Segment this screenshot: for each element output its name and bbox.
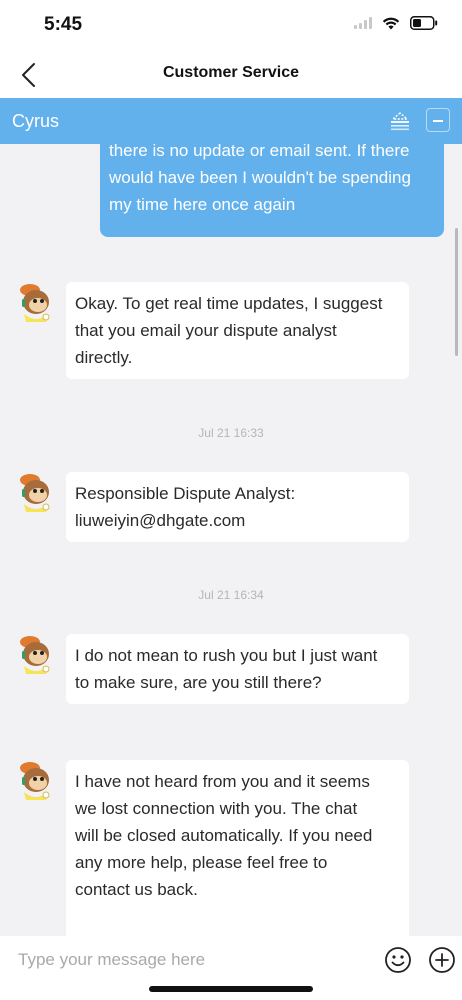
agent-avatar — [20, 474, 50, 512]
message-line: any more help, please feel free to — [75, 853, 328, 872]
home-indicator — [149, 986, 313, 992]
nav-bar: Customer Service — [0, 50, 462, 98]
agent-bar: Cyrus — [0, 98, 462, 144]
user-message-bubble: there is no update or email sent. If the… — [100, 144, 444, 237]
timestamp: Jul 21 16:34 — [198, 588, 264, 602]
message-line: I have not heard from you and it seems — [75, 772, 370, 791]
chat-area[interactable]: there is no update or email sent. If the… — [0, 144, 462, 936]
agent-message-bubble: I do not mean to rush you but I just wan… — [66, 634, 409, 704]
signal-icon — [354, 17, 372, 29]
message-input[interactable] — [18, 948, 368, 972]
page-title: Customer Service — [162, 64, 300, 81]
agent-message-bubble: Responsible Dispute Analyst: liuweiyin@d… — [66, 472, 409, 542]
message-line: I do not mean to rush you but I just wan… — [75, 646, 378, 665]
message-line: there is no update or email sent. If the… — [109, 144, 410, 160]
message-line: Okay. To get real time updates, I sugges… — [75, 294, 383, 313]
status-icons — [354, 16, 438, 30]
message-line: Responsible Dispute Analyst: — [75, 484, 296, 503]
battery-icon — [410, 16, 438, 30]
message-line: directly. — [75, 348, 133, 367]
agent-message-bubble: Okay. To get real time updates, I sugges… — [66, 282, 409, 379]
message-line: that you email your dispute analyst — [75, 321, 337, 340]
message-line: will be closed automatically. If you nee… — [75, 826, 373, 845]
rate-icon[interactable] — [388, 110, 412, 132]
status-time: 5:45 — [44, 14, 83, 35]
message-line: my time here once again — [109, 195, 296, 214]
agent-avatar — [20, 636, 50, 674]
scrollbar[interactable] — [455, 228, 458, 356]
message-composer — [0, 936, 462, 1000]
plus-circle-icon[interactable] — [428, 946, 456, 974]
agent-avatar — [20, 762, 50, 800]
message-line: liuweiyin@dhgate.com — [75, 511, 246, 530]
agent-name: Cyrus — [12, 111, 60, 131]
timestamp: Jul 21 16:33 — [198, 426, 264, 440]
status-bar: 5:45 — [0, 0, 462, 50]
message-line: to make sure, are you still there? — [75, 673, 322, 692]
minimize-button[interactable] — [426, 108, 450, 132]
message-line: would have been I wouldn't be spending — [109, 168, 411, 187]
message-line: we lost connection with you. The chat — [75, 799, 358, 818]
smiley-icon[interactable] — [384, 946, 412, 974]
message-line: contact us back. — [75, 880, 198, 899]
agent-message-bubble: I have not heard from you and it seems w… — [66, 760, 409, 936]
agent-avatar — [20, 284, 50, 322]
wifi-icon — [382, 17, 400, 30]
